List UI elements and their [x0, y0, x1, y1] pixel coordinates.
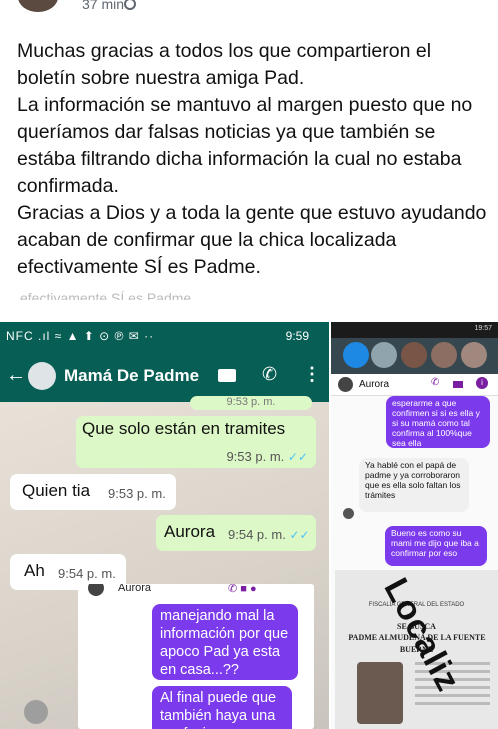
message-text: Aurora [164, 522, 216, 541]
status-bar: NFC .ıl ≈ ▲ ⬆ ⊙ ℗ ✉ ·· 9:59 [0, 322, 329, 352]
post-paragraph: Muchas gracias a todos los que compartie… [17, 40, 432, 89]
info-icon[interactable]: i [476, 377, 488, 389]
aurora-chat-screenshot: Aurora ✆ ■ ● manejando mal la informació… [78, 584, 314, 729]
double-check-icon: ✓✓ [287, 450, 308, 464]
message-bubble: manejando mal la información por que apo… [152, 604, 298, 680]
post-image[interactable]: NFC .ıl ≈ ▲ ⬆ ⊙ ℗ ✉ ·· 9:59 ← Mamá De Pa… [0, 322, 498, 729]
messenger-screenshot: 19:57 Aurora ✆ i esperarme a que confirm… [331, 322, 498, 729]
chat-head[interactable] [461, 342, 487, 368]
post-paragraph: La información se mantuvo al margen pues… [17, 94, 473, 197]
chat-header: ← Mamá De Padme ✆ ⋮ [0, 352, 329, 402]
message-bubble: 9:53 p. m. [190, 396, 312, 410]
post-text: Muchas gracias a todos los que compartie… [17, 38, 487, 281]
chat-header: Aurora ✆ ■ ● [78, 584, 314, 598]
contact-avatar[interactable] [338, 377, 353, 392]
message-bubble: Aurora 9:54 p. m. ✓✓ [156, 515, 316, 551]
phone-icon[interactable]: ✆ [431, 377, 439, 388]
video-call-icon[interactable] [453, 381, 463, 388]
contact-avatar [88, 584, 104, 596]
chat-header: Aurora ✆ i [331, 374, 498, 396]
contact-name[interactable]: Mamá De Padme [64, 366, 199, 386]
message-bubble: Bueno es como su mami me dijo que iba a … [385, 526, 487, 566]
avatar[interactable] [18, 0, 58, 12]
post-time[interactable]: 37 min [82, 0, 124, 12]
message-text: Quien tia [22, 481, 91, 500]
status-icons: NFC .ıl ≈ ▲ ⬆ ⊙ ℗ ✉ ·· [6, 329, 155, 343]
status-time: 9:59 [285, 329, 309, 343]
message-time: 9:53 p. m. [226, 396, 276, 408]
chat-heads [331, 338, 498, 374]
message-bubble: Ya hablé con el papá de padme y ya corro… [359, 458, 469, 512]
video-call-icon[interactable] [218, 369, 236, 382]
contact-avatar[interactable] [28, 362, 56, 390]
status-bar: 19:57 [331, 322, 498, 338]
globe-icon [124, 0, 136, 10]
contact-name: Aurora [118, 584, 152, 594]
chat-head[interactable] [371, 342, 397, 368]
contact-name[interactable]: Aurora [359, 379, 389, 390]
message-bubble: Que solo están en tramites 9:53 p. m. ✓✓ [76, 416, 316, 468]
flyer-photo [357, 662, 403, 724]
share-icon[interactable] [24, 700, 48, 724]
message-bubble: Quien tia 9:53 p. m. [10, 474, 176, 510]
phone-icon[interactable]: ✆ [262, 364, 277, 385]
post-paragraph: Gracias a Dios y a toda la gente que est… [17, 202, 487, 278]
call-icons: ✆ ■ ● [228, 584, 257, 595]
message-bubble: Al final puede que también haya una conf… [152, 686, 292, 729]
message-time: 9:54 p. m. [58, 566, 116, 581]
menu-icon[interactable]: ⋮ [303, 364, 321, 385]
message-time: 9:54 p. m. [228, 527, 286, 542]
message-bubble: esperarme a que confirmen si si es ella … [386, 396, 490, 448]
double-check-icon: ✓✓ [289, 528, 310, 542]
post-header: 37 min [0, 0, 498, 18]
back-arrow-icon[interactable]: ← [6, 364, 26, 387]
status-time: 19:57 [474, 325, 492, 332]
message-time: 9:53 p. m. [226, 449, 285, 464]
faded-text: efectivamente SÍ es Padme [20, 290, 192, 300]
message-time: 9:53 p. m. [108, 486, 166, 501]
chat-head[interactable] [401, 342, 427, 368]
message-text: Ah [24, 561, 45, 580]
sender-avatar [343, 508, 354, 519]
chat-head[interactable] [431, 342, 457, 368]
message-text: Que solo están en tramites [82, 419, 286, 438]
chat-head[interactable] [343, 342, 369, 368]
